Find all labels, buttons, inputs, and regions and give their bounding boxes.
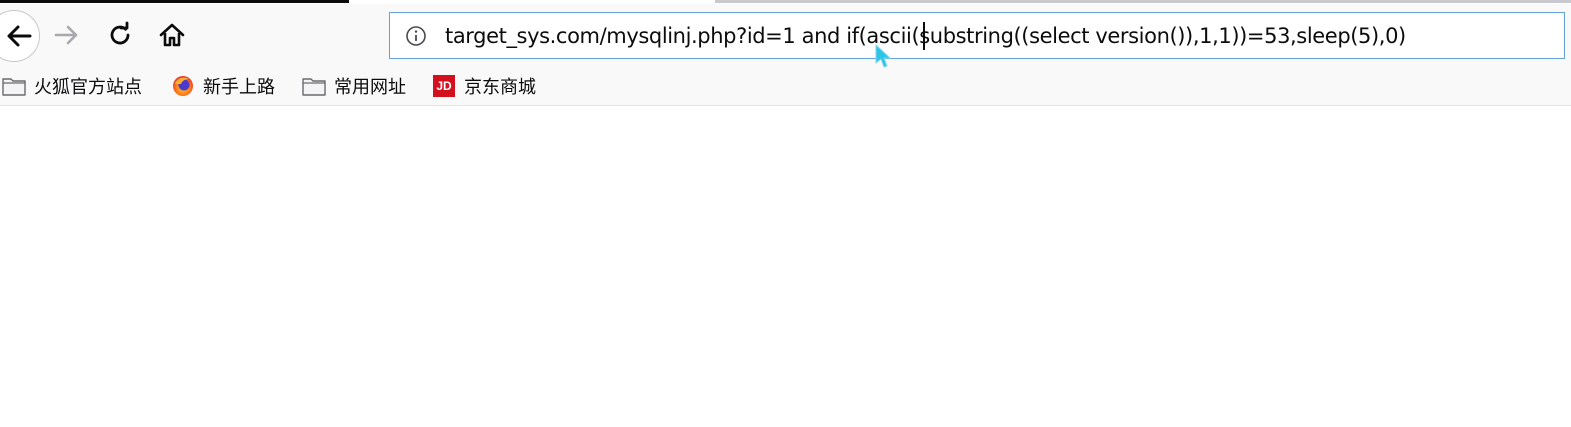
mouse-pointer-icon [875, 43, 892, 68]
arrow-right-icon [54, 25, 78, 45]
bookmark-firefox-official[interactable]: 火狐官方站点 [2, 74, 142, 98]
bookmark-getting-started[interactable]: 新手上路 [171, 74, 275, 98]
active-tab-edge [0, 0, 349, 3]
bookmark-label: 京东商城 [464, 77, 536, 98]
url-bar[interactable]: target_sys.com/mysqlinj.php?id=1 and if(… [389, 12, 1565, 68]
inactive-tab-edge [715, 0, 1571, 3]
page-content [0, 106, 1571, 427]
bookmark-label: 常用网址 [334, 77, 406, 98]
reload-icon [110, 21, 130, 45]
jd-badge: JD [433, 75, 455, 97]
home-button[interactable] [155, 18, 189, 52]
bookmark-common-sites[interactable]: 常用网址 [302, 74, 406, 98]
back-button[interactable] [0, 10, 40, 62]
jd-icon: JD [432, 75, 456, 97]
forward-button[interactable] [50, 18, 84, 52]
firefox-icon [171, 75, 195, 97]
bookmark-label: 火狐官方站点 [34, 77, 142, 98]
url-text[interactable]: target_sys.com/mysqlinj.php?id=1 and if(… [445, 24, 1406, 48]
bookmark-label: 新手上路 [203, 77, 275, 98]
arrow-left-icon [7, 25, 32, 47]
reload-button[interactable] [103, 18, 137, 52]
text-caret [923, 22, 925, 50]
navigation-toolbar: target_sys.com/mysqlinj.php?id=1 and if(… [0, 4, 1571, 68]
folder-icon [2, 75, 26, 97]
folder-icon [302, 75, 326, 97]
home-icon [159, 23, 185, 47]
bookmarks-toolbar: 火狐官方站点 新手上路 常用网址 JD 京东商城 [0, 68, 1571, 106]
bookmark-jd-mall[interactable]: JD 京东商城 [432, 74, 536, 98]
info-icon[interactable] [404, 24, 428, 48]
